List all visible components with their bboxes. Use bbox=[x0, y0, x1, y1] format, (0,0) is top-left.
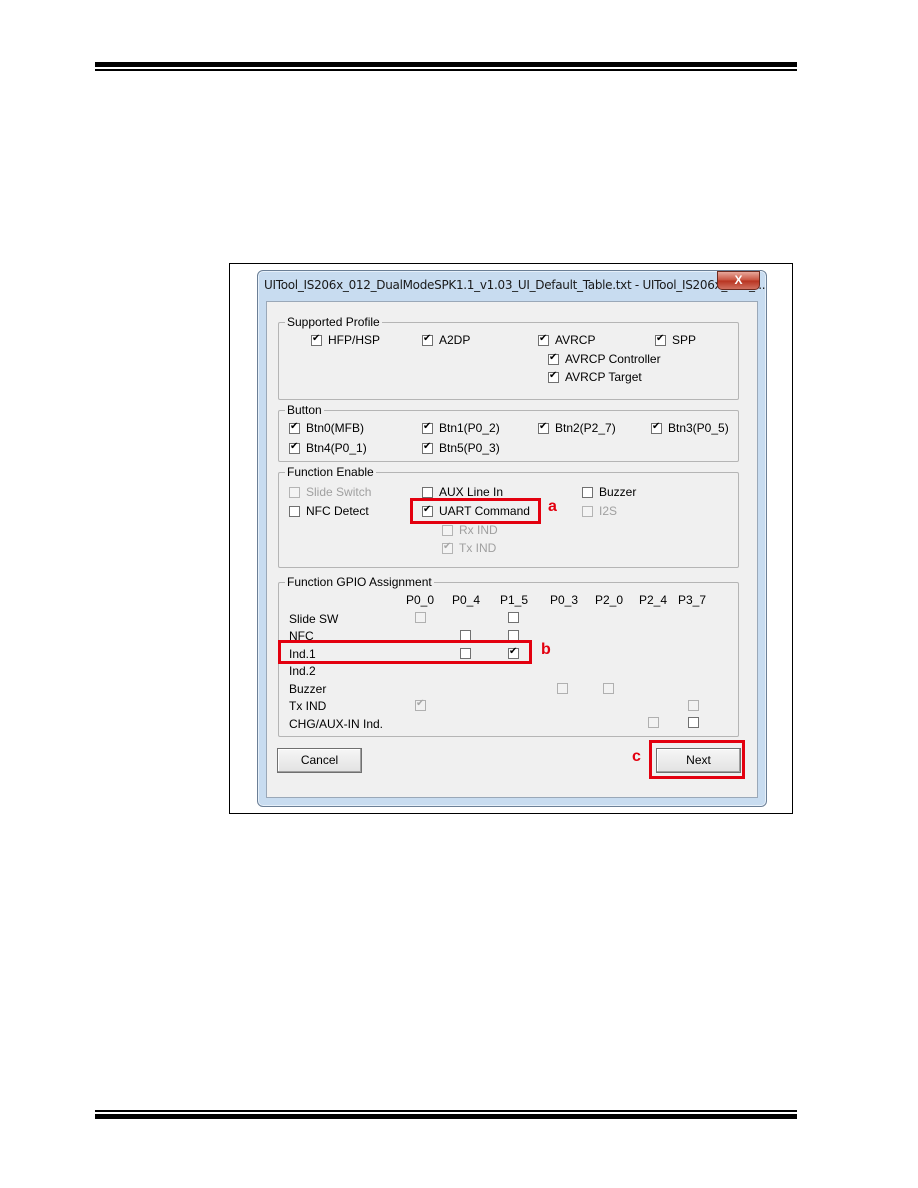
gpio-checkbox-buzzer-p0-3[interactable] bbox=[557, 683, 568, 694]
checkbox-label: AVRCP Controller bbox=[565, 352, 661, 366]
annotation-box-b bbox=[278, 640, 532, 664]
dialog-window: UITool_IS206x_012_DualModeSPK1.1_v1.03_U… bbox=[257, 270, 767, 807]
checkbox-label: SPP bbox=[672, 333, 697, 347]
checkbox-label: AVRCP Target bbox=[565, 370, 642, 384]
checkbox-a2dp[interactable]: A2DP bbox=[422, 333, 470, 347]
group-label: Function GPIO Assignment bbox=[285, 575, 434, 589]
gpio-row-label: CHG/AUX-IN Ind. bbox=[289, 717, 384, 731]
gpio-column-header: P0_3 bbox=[550, 593, 579, 607]
gpio-column-header: P0_4 bbox=[452, 593, 481, 607]
checkbox-avrcp-target[interactable]: AVRCP Target bbox=[548, 370, 642, 384]
annotation-label-b: b bbox=[541, 641, 551, 658]
checkbox-label: AVRCP bbox=[555, 333, 596, 347]
checkbox-i2s[interactable]: I2S bbox=[582, 504, 617, 518]
checkbox-label: Btn2(P2_7) bbox=[555, 421, 616, 435]
checkbox-box[interactable] bbox=[548, 370, 559, 383]
checkbox-box[interactable] bbox=[422, 486, 433, 498]
gpio-row-label: Buzzer bbox=[289, 682, 327, 696]
checkbox-label: Btn0(MFB) bbox=[306, 421, 365, 435]
checkbox-aux-line-in[interactable]: AUX Line In bbox=[422, 485, 503, 499]
checkbox-buzzer[interactable]: Buzzer bbox=[582, 485, 636, 499]
group-label: Supported Profile bbox=[285, 315, 382, 329]
checkbox-label: Btn5(P0_3) bbox=[439, 441, 500, 455]
checkbox-spp[interactable]: SPP bbox=[655, 333, 696, 347]
dialog-client-area: Supported Profile HFP/HSP A2DP AVRCP SPP… bbox=[266, 301, 758, 798]
checkbox-label: NFC Detect bbox=[306, 504, 369, 518]
checkbox-box[interactable] bbox=[442, 524, 453, 536]
close-icon: X bbox=[734, 273, 743, 287]
checkbox-box[interactable] bbox=[422, 441, 433, 454]
gpio-row-label: Tx IND bbox=[289, 699, 327, 713]
group-label: Function Enable bbox=[285, 465, 376, 479]
checkbox-label: Btn3(P0_5) bbox=[668, 421, 729, 435]
checkbox-btn1[interactable]: Btn1(P0_2) bbox=[422, 421, 500, 435]
checkbox-box[interactable] bbox=[422, 333, 433, 346]
header-rule-thick bbox=[95, 62, 797, 67]
checkbox-box[interactable] bbox=[289, 441, 300, 454]
checkbox-box[interactable] bbox=[538, 421, 549, 434]
checkbox-avrcp[interactable]: AVRCP bbox=[538, 333, 595, 347]
checkbox-box[interactable] bbox=[538, 333, 549, 346]
checkbox-label: A2DP bbox=[439, 333, 471, 347]
gpio-row-label: Slide SW bbox=[289, 612, 339, 626]
checkbox-label: AUX Line In bbox=[439, 485, 504, 499]
footer-rule-thin bbox=[95, 1110, 797, 1112]
checkbox-label: HFP/HSP bbox=[328, 333, 381, 347]
gpio-column-header: P3_7 bbox=[678, 593, 707, 607]
checkbox-btn5[interactable]: Btn5(P0_3) bbox=[422, 441, 500, 455]
checkbox-tx-ind[interactable]: Tx IND bbox=[442, 541, 496, 555]
checkbox-label: Btn1(P0_2) bbox=[439, 421, 500, 435]
checkbox-btn3[interactable]: Btn3(P0_5) bbox=[651, 421, 737, 435]
checkbox-btn0[interactable]: Btn0(MFB) bbox=[289, 421, 364, 435]
cancel-button[interactable]: Cancel bbox=[277, 748, 362, 773]
gpio-column-header: P2_0 bbox=[595, 593, 624, 607]
checkbox-label: Tx IND bbox=[459, 541, 497, 555]
checkbox-label: Btn4(P0_1) bbox=[306, 441, 367, 455]
gpio-column-header: P0_0 bbox=[406, 593, 435, 607]
gpio-checkbox-slide-sw-p1-5[interactable] bbox=[508, 612, 519, 623]
group-label: Button bbox=[285, 403, 324, 417]
checkbox-box[interactable] bbox=[311, 333, 322, 346]
gpio-checkbox-tx-ind-p0-0[interactable] bbox=[415, 698, 426, 711]
checkbox-btn2[interactable]: Btn2(P2_7) bbox=[538, 421, 616, 435]
checkbox-box[interactable] bbox=[651, 421, 662, 434]
gpio-row-label: Ind.2 bbox=[289, 664, 316, 678]
gpio-column-header: P2_4 bbox=[639, 593, 668, 607]
footer-rule-thick bbox=[95, 1114, 797, 1119]
checkbox-box[interactable] bbox=[442, 541, 453, 554]
checkbox-rx-ind[interactable]: Rx IND bbox=[442, 523, 498, 537]
checkbox-box[interactable] bbox=[582, 486, 593, 498]
checkbox-box[interactable] bbox=[655, 333, 666, 346]
checkbox-box[interactable] bbox=[289, 486, 300, 498]
checkbox-box[interactable] bbox=[289, 505, 300, 517]
checkbox-slide-switch[interactable]: Slide Switch bbox=[289, 485, 371, 499]
checkbox-box[interactable] bbox=[422, 421, 433, 434]
checkbox-box[interactable] bbox=[582, 505, 593, 517]
checkbox-box[interactable] bbox=[548, 352, 559, 365]
gpio-checkbox-tx-ind-p3-7[interactable] bbox=[688, 700, 699, 711]
checkbox-avrcp-controller[interactable]: AVRCP Controller bbox=[548, 352, 661, 366]
close-button[interactable]: X bbox=[717, 271, 760, 290]
checkbox-btn4[interactable]: Btn4(P0_1) bbox=[289, 441, 367, 455]
annotation-label-a: a bbox=[548, 498, 557, 515]
checkbox-hfp-hsp[interactable]: HFP/HSP bbox=[311, 333, 380, 347]
window-title: UITool_IS206x_012_DualModeSPK1.1_v1.03_U… bbox=[264, 278, 766, 292]
checkbox-label: I2S bbox=[599, 504, 618, 518]
checkbox-nfc-detect[interactable]: NFC Detect bbox=[289, 504, 369, 518]
gpio-checkbox-chg-aux-p3-7[interactable] bbox=[688, 717, 699, 728]
gpio-checkbox-chg-aux-p2-4[interactable] bbox=[648, 717, 659, 728]
header-rule-thin bbox=[95, 69, 797, 71]
checkbox-box[interactable] bbox=[289, 421, 300, 434]
annotation-box-c bbox=[649, 740, 745, 779]
checkbox-label: Slide Switch bbox=[306, 485, 372, 499]
annotation-label-c: c bbox=[632, 748, 641, 765]
title-bar[interactable]: UITool_IS206x_012_DualModeSPK1.1_v1.03_U… bbox=[258, 271, 766, 301]
gpio-column-header: P1_5 bbox=[500, 593, 529, 607]
annotation-box-a bbox=[410, 498, 541, 524]
checkbox-label: Rx IND bbox=[459, 523, 498, 537]
gpio-checkbox-slide-sw-p0-0[interactable] bbox=[415, 612, 426, 623]
checkbox-label: Buzzer bbox=[599, 485, 637, 499]
gpio-checkbox-buzzer-p2-0[interactable] bbox=[603, 683, 614, 694]
